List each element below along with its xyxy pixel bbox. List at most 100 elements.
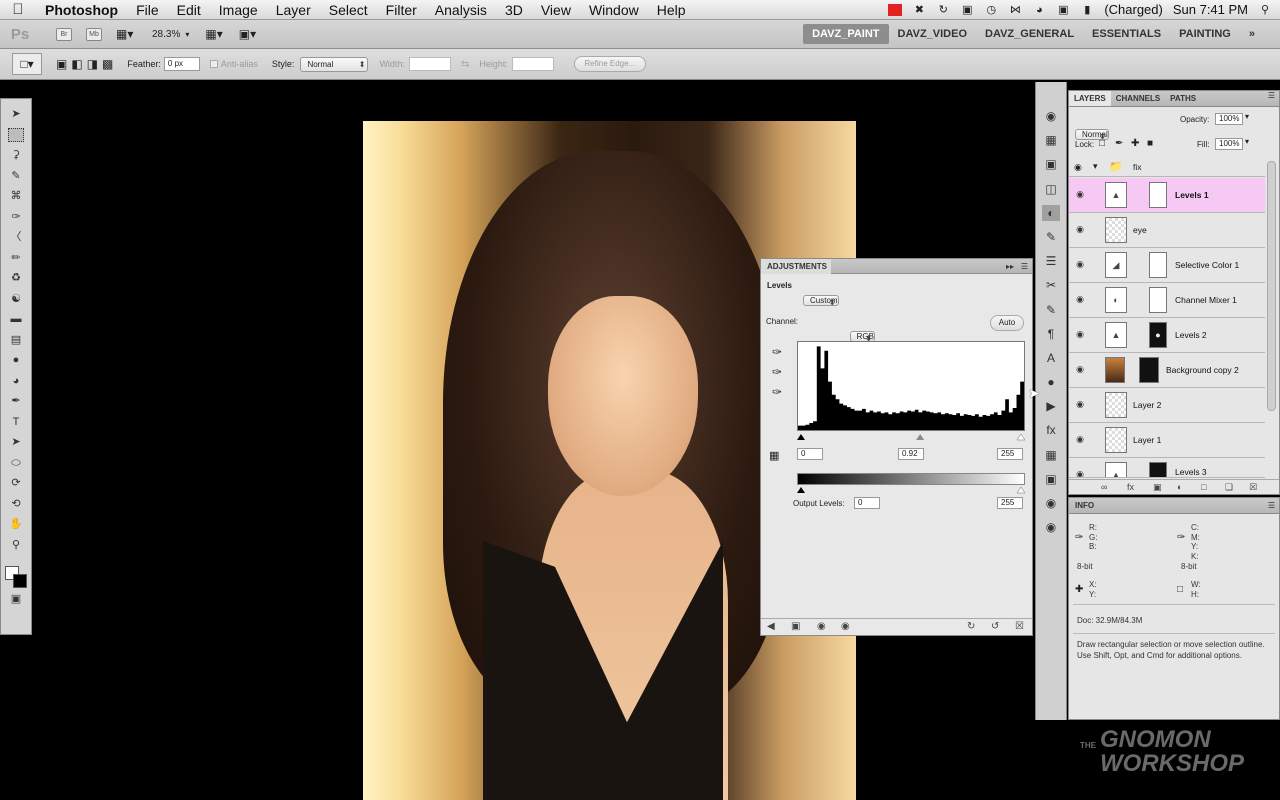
- white-output-slider[interactable]: [1016, 486, 1026, 494]
- kuler-icon[interactable]: ◉: [1042, 495, 1060, 511]
- delete-layer-icon[interactable]: ☒: [1249, 480, 1257, 494]
- menu-view[interactable]: View: [532, 0, 580, 20]
- intersect-selection-icon[interactable]: ▩: [102, 57, 113, 71]
- white-input-slider[interactable]: [1016, 433, 1026, 441]
- auto-button[interactable]: Auto: [990, 315, 1024, 331]
- layer-row[interactable]: ◉ ▲ Levels 1: [1069, 178, 1265, 213]
- type-tool-icon[interactable]: T: [8, 415, 24, 429]
- sync-icon[interactable]: ↻: [936, 4, 950, 16]
- tab-paths[interactable]: PATHS: [1165, 91, 1201, 106]
- info-tab[interactable]: INFO ☰: [1069, 498, 1279, 514]
- layers-menu-icon[interactable]: ☰: [1268, 91, 1279, 106]
- time-machine-icon[interactable]: ◷: [984, 4, 998, 16]
- styles-icon[interactable]: ▣: [1042, 156, 1060, 172]
- gradient-tool-icon[interactable]: ▤: [8, 333, 24, 347]
- lock-position-icon[interactable]: ✚: [1131, 138, 1139, 149]
- menu-app[interactable]: Photoshop: [36, 0, 127, 20]
- shape-tool-icon[interactable]: ⬭: [8, 456, 24, 470]
- bluetooth-icon[interactable]: ⋈: [1008, 4, 1022, 16]
- tab-layers[interactable]: LAYERS: [1069, 91, 1111, 106]
- info-menu-icon[interactable]: ☰: [1268, 498, 1279, 514]
- reset-icon[interactable]: ↺: [991, 619, 999, 635]
- fx-icon[interactable]: fx: [1127, 480, 1134, 494]
- tab-channels[interactable]: CHANNELS: [1111, 91, 1165, 106]
- opacity-dropdown-icon[interactable]: ▾: [1245, 112, 1249, 121]
- menu-select[interactable]: Select: [320, 0, 377, 20]
- path-select-tool-icon[interactable]: ➤: [8, 435, 24, 449]
- quick-mask-icon[interactable]: ▣: [8, 592, 24, 606]
- visibility-icon[interactable]: ◉: [841, 619, 850, 635]
- lock-all-icon[interactable]: ■: [1147, 138, 1153, 149]
- blur-tool-icon[interactable]: ●: [8, 353, 24, 367]
- adjustments-title[interactable]: ADJUSTMENTS: [767, 262, 827, 271]
- input-slider-track[interactable]: [797, 432, 1026, 441]
- crop-tool-icon[interactable]: ⌘: [8, 189, 24, 203]
- apple-icon[interactable]: : [0, 1, 36, 18]
- workspace-painting[interactable]: PAINTING: [1170, 24, 1240, 44]
- layer-mask-thumbnail[interactable]: [1149, 182, 1167, 208]
- new-group-icon[interactable]: □: [1201, 480, 1206, 494]
- dodge-tool-icon[interactable]: ◕: [8, 374, 24, 388]
- wifi-icon[interactable]: ◕: [1032, 4, 1046, 16]
- bridge-button[interactable]: Br: [56, 27, 72, 41]
- black-input-slider[interactable]: [797, 434, 805, 440]
- navigator-icon[interactable]: ▣: [1042, 471, 1060, 487]
- new-adjustment-icon[interactable]: ◐: [1177, 480, 1182, 494]
- eye-icon[interactable]: ◉: [1074, 434, 1086, 444]
- minibridge-button[interactable]: Mb: [86, 27, 102, 41]
- antialias-checkbox[interactable]: [209, 60, 218, 68]
- layer-mask-thumbnail[interactable]: [1149, 462, 1167, 477]
- black-output-slider[interactable]: [797, 487, 805, 493]
- menu-analysis[interactable]: Analysis: [426, 0, 496, 20]
- healing-brush-tool-icon[interactable]: 〈: [8, 230, 24, 244]
- height-input[interactable]: [511, 57, 554, 71]
- masks-icon[interactable]: ◫: [1042, 181, 1060, 197]
- layer-row[interactable]: ◉ ▲ Levels 3: [1069, 458, 1265, 478]
- layer-mask-thumbnail[interactable]: ●: [1149, 322, 1167, 348]
- link-layers-icon[interactable]: ∞: [1101, 480, 1107, 494]
- marquee-tool-icon[interactable]: [8, 127, 24, 142]
- eyedropper-tool-icon[interactable]: ✑: [8, 210, 24, 224]
- lock-transparency-icon[interactable]: □: [1099, 138, 1105, 149]
- eye-icon[interactable]: ◉: [1074, 329, 1086, 339]
- history-icon[interactable]: ▦: [1042, 447, 1060, 463]
- input-icon[interactable]: ▣: [1056, 4, 1070, 16]
- eraser-tool-icon[interactable]: ▬: [8, 312, 24, 326]
- 3d-rotate-tool-icon[interactable]: ⟳: [8, 476, 24, 490]
- disclosure-triangle-icon[interactable]: ▾: [1093, 161, 1098, 172]
- fill-field[interactable]: 100%: [1215, 138, 1243, 150]
- subtract-selection-icon[interactable]: ◨: [87, 57, 98, 71]
- tools-icon[interactable]: ✖: [912, 4, 926, 16]
- previous-state-icon[interactable]: ↻: [967, 619, 975, 635]
- clock[interactable]: Sun 7:41 PM: [1173, 2, 1248, 17]
- eye-icon[interactable]: ◉: [1074, 364, 1086, 374]
- workspace-davz-paint[interactable]: DAVZ_PAINT: [803, 24, 889, 44]
- arrange-icon[interactable]: ▦▾: [205, 27, 222, 41]
- layer-group-fix[interactable]: ◉ ▾ 📁 fix: [1069, 158, 1265, 177]
- brush-tool-icon[interactable]: ✏: [8, 251, 24, 265]
- preset-select[interactable]: Custom: [803, 295, 839, 306]
- eye-icon[interactable]: ◉: [1074, 224, 1086, 234]
- layer-row[interactable]: ◉ Background copy 2: [1069, 353, 1265, 388]
- expand-view-icon[interactable]: ▣: [791, 619, 800, 635]
- notes-icon[interactable]: ◉: [1042, 519, 1060, 535]
- layer-mask-thumbnail[interactable]: [1149, 287, 1167, 313]
- display-icon[interactable]: ▣: [960, 4, 974, 16]
- eye-icon[interactable]: ◉: [1074, 294, 1086, 304]
- workspace-essentials[interactable]: ESSENTIALS: [1083, 24, 1170, 44]
- eye-icon[interactable]: ◉: [1074, 162, 1082, 173]
- actions-icon[interactable]: ●: [1042, 374, 1060, 390]
- menu-file[interactable]: File: [127, 0, 168, 20]
- clone-source-icon[interactable]: ✂: [1042, 277, 1060, 293]
- workspace-davz-video[interactable]: DAVZ_VIDEO: [889, 24, 976, 44]
- eye-icon[interactable]: ◉: [1074, 189, 1086, 199]
- 3d-icon[interactable]: ◉: [1042, 108, 1060, 124]
- input-black-field[interactable]: 0: [797, 448, 823, 460]
- output-slider-track[interactable]: [797, 486, 1026, 494]
- battery-icon[interactable]: ▮: [1080, 4, 1094, 16]
- fill-dropdown-icon[interactable]: ▾: [1245, 137, 1249, 146]
- layer-row[interactable]: ◉ Layer 2: [1069, 388, 1265, 423]
- clip-layer-icon[interactable]: ◉: [817, 619, 826, 635]
- screen-mode-icon[interactable]: ▣▾: [239, 27, 256, 41]
- menu-edit[interactable]: Edit: [168, 0, 210, 20]
